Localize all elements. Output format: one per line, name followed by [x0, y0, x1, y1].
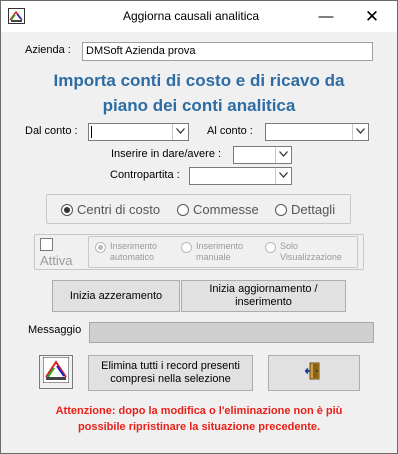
al-conto-combo[interactable] — [265, 123, 369, 141]
dm-logo-button-icon — [42, 356, 70, 387]
chevron-down-icon[interactable] — [172, 124, 188, 140]
message-progress-bar — [89, 322, 374, 343]
azienda-field[interactable]: DMSoft Azienda prova — [82, 42, 373, 61]
radio-label: Solo Visualizzazione — [280, 241, 342, 263]
exit-door-icon — [304, 362, 323, 384]
radio-dot[interactable] — [275, 203, 287, 216]
radio-centri-di-costo[interactable]: Centri di costo — [61, 202, 160, 217]
al-conto-label: Al conto : — [207, 125, 253, 137]
inizia-azzeramento-button[interactable]: Inizia azzeramento — [52, 280, 180, 312]
minimize-button[interactable]: — — [303, 1, 349, 32]
exit-button[interactable] — [268, 355, 360, 391]
radio-label-line-1: Inserimento — [196, 241, 244, 251]
radio-dot[interactable] — [265, 242, 276, 253]
radio-dettagli[interactable]: Dettagli — [275, 202, 335, 217]
heading-line-1: Importa conti di costo e di ricavo da — [53, 71, 345, 90]
insertion-mode-group: Inserimento automatico Inserimento manua… — [88, 236, 358, 268]
elimina-record-button[interactable]: Elimina tutti i record presenti compresi… — [88, 355, 253, 391]
warning-line-1: Attenzione: dopo la modifica o l'elimina… — [55, 405, 343, 417]
radio-dot[interactable] — [61, 203, 73, 216]
radio-label-line-2: Visualizzazione — [280, 252, 342, 262]
dm-logo-button[interactable] — [39, 355, 73, 389]
radio-label-line-2: automatico — [110, 252, 155, 262]
radio-label: Dettagli — [291, 202, 336, 217]
dal-conto-combo[interactable] — [88, 123, 189, 141]
button-label: Inizia aggiornamento / inserimento — [209, 283, 317, 309]
radio-dot[interactable] — [177, 203, 189, 216]
button-label-line-1: Elimina tutti i record presenti — [101, 360, 240, 372]
dialog-client-area: Azienda : DMSoft Azienda prova Importa c… — [1, 32, 397, 453]
heading-line-2: piano dei conti analitica — [102, 96, 296, 115]
text-caret — [91, 126, 92, 138]
radio-label-line-1: Inserimento — [110, 241, 158, 251]
attiva-label: Attiva — [40, 253, 73, 268]
close-button[interactable]: ✕ — [349, 1, 395, 32]
type-radio-group: Centri di costo Commesse Dettagli — [46, 194, 351, 224]
chevron-down-icon[interactable] — [275, 147, 291, 163]
chevron-down-icon[interactable] — [275, 168, 291, 184]
button-label: Elimina tutti i record presenti compresi… — [101, 360, 240, 386]
radio-commesse[interactable]: Commesse — [177, 202, 259, 217]
attiva-group: Attiva Inserimento automatico Inseriment… — [34, 234, 364, 270]
messaggio-label: Messaggio — [28, 324, 82, 336]
dialog-window: Aggiorna causali analitica — ✕ Azienda :… — [0, 0, 398, 454]
warning-message: Attenzione: dopo la modifica o l'elimina… — [21, 403, 377, 435]
azienda-label: Azienda : — [25, 44, 71, 56]
radio-label-line-2: manuale — [196, 252, 231, 262]
dm-logo-icon[interactable] — [8, 8, 25, 24]
dare-avere-label: Inserire in dare/avere : — [111, 148, 222, 160]
contropartita-label: Contropartita : — [110, 169, 180, 181]
page-heading: Importa conti di costo e di ricavo da pi… — [21, 68, 377, 118]
radio-label-line-1: Solo — [280, 241, 299, 251]
window-title: Aggiorna causali analitica — [122, 9, 260, 23]
radio-solo-visualizzazione[interactable]: Solo Visualizzazione — [265, 241, 342, 263]
radio-inserimento-automatico[interactable]: Inserimento automatico — [95, 241, 157, 263]
title-bar: Aggiorna causali analitica — ✕ — [1, 1, 397, 32]
chevron-down-icon[interactable] — [352, 124, 368, 140]
warning-line-2: possibile ripristinare la situazione pre… — [77, 421, 321, 433]
radio-dot[interactable] — [95, 242, 106, 253]
button-label-line-2: compresi nella selezione — [110, 373, 231, 385]
button-label-line-2: inserimento — [235, 296, 292, 308]
radio-label: Inserimento manuale — [196, 241, 243, 263]
dal-conto-label: Dal conto : — [25, 125, 78, 137]
radio-label: Centri di costo — [77, 202, 161, 217]
radio-inserimento-manuale[interactable]: Inserimento manuale — [181, 241, 243, 263]
attiva-checkbox[interactable] — [40, 238, 53, 251]
contropartita-combo[interactable] — [189, 167, 292, 185]
button-label-line-1: Inizia aggiornamento / — [209, 283, 318, 295]
inizia-aggiornamento-button[interactable]: Inizia aggiornamento / inserimento — [181, 280, 346, 312]
radio-label: Inserimento automatico — [110, 241, 157, 263]
radio-dot[interactable] — [181, 242, 192, 253]
dare-avere-combo[interactable] — [233, 146, 292, 164]
radio-label: Commesse — [193, 202, 259, 217]
